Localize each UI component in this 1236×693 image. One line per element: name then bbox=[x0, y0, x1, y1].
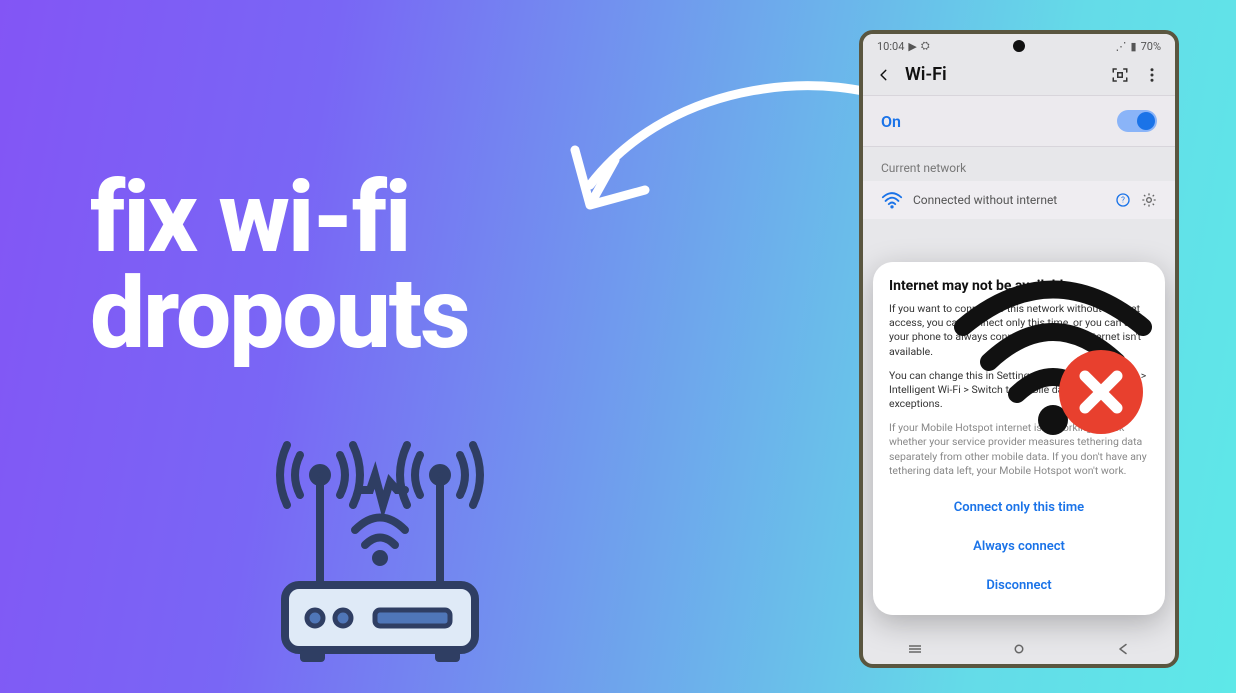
android-navbar bbox=[863, 638, 1175, 660]
page-title: Wi-Fi bbox=[905, 64, 947, 85]
headline: fix wi-fi dropouts bbox=[90, 170, 469, 362]
nav-back-icon[interactable] bbox=[1114, 643, 1132, 655]
status-app-icon: ▶ bbox=[908, 40, 916, 53]
status-time: 10:04 bbox=[877, 40, 904, 53]
qr-scan-icon[interactable] bbox=[1111, 66, 1129, 84]
status-notif-icon: ⛭ bbox=[921, 39, 930, 53]
wifi-icon bbox=[881, 189, 903, 211]
network-status-text: Connected without internet bbox=[913, 193, 1057, 207]
section-current-network: Current network bbox=[863, 147, 1175, 181]
wifi-toggle-row[interactable]: On bbox=[863, 95, 1175, 147]
back-icon[interactable] bbox=[877, 68, 891, 82]
current-network-row[interactable]: Connected without internet ? bbox=[863, 181, 1175, 219]
always-connect-button[interactable]: Always connect bbox=[889, 527, 1149, 566]
settings-header: Wi-Fi bbox=[863, 58, 1175, 95]
connect-once-button[interactable]: Connect only this time bbox=[889, 488, 1149, 527]
more-icon[interactable] bbox=[1143, 66, 1161, 84]
recents-icon[interactable] bbox=[906, 643, 924, 655]
wifi-status-icon: ⋰ bbox=[1116, 40, 1127, 53]
svg-text:?: ? bbox=[1121, 196, 1125, 205]
signal-icon: ▮ bbox=[1131, 40, 1137, 53]
router-icon bbox=[265, 420, 495, 670]
status-bar: 10:04 ▶ ⛭ ⋰ ▮ 70% bbox=[863, 34, 1175, 58]
home-icon[interactable] bbox=[1010, 643, 1028, 655]
headline-line-2: dropouts bbox=[90, 266, 469, 362]
wifi-disconnected-icon bbox=[951, 272, 1156, 442]
gear-icon[interactable] bbox=[1141, 192, 1157, 208]
wifi-on-label: On bbox=[881, 112, 901, 131]
disconnect-button[interactable]: Disconnect bbox=[889, 566, 1149, 605]
help-icon[interactable]: ? bbox=[1115, 192, 1131, 208]
arrow-icon bbox=[535, 60, 915, 260]
wifi-toggle-switch[interactable] bbox=[1117, 110, 1157, 132]
headline-line-1: fix wi-fi bbox=[90, 170, 469, 266]
battery-label: 70% bbox=[1141, 40, 1161, 53]
